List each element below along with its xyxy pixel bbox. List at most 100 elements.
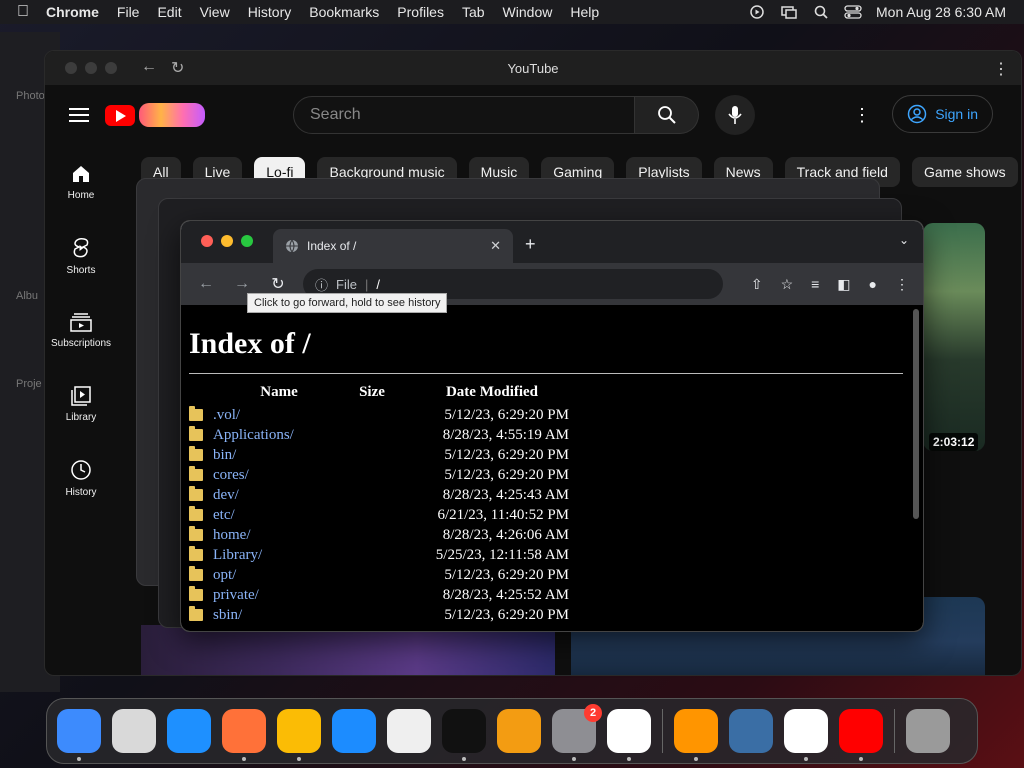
menu-profiles[interactable]: Profiles: [397, 4, 444, 20]
file-date: 8/28/23, 4:25:52 AM: [442, 586, 569, 603]
chip-game-shows[interactable]: Game shows: [911, 157, 1018, 187]
sidebar-item-shorts[interactable]: Shorts: [45, 219, 117, 293]
garageband-icon[interactable]: [497, 709, 541, 753]
new-tab-icon[interactable]: +: [525, 234, 536, 255]
home-icon: [73, 165, 89, 182]
spotlight-icon[interactable]: [812, 5, 830, 19]
menu-window[interactable]: Window: [503, 4, 553, 20]
sidebar-item-history[interactable]: History: [45, 441, 117, 515]
settings-icon[interactable]: 2: [552, 704, 602, 761]
file-link[interactable]: bin/: [213, 447, 236, 463]
youtube-logo[interactable]: [105, 103, 205, 127]
control-center-icon[interactable]: [844, 5, 862, 19]
file-link[interactable]: etc/: [213, 507, 235, 523]
search-input[interactable]: [293, 96, 635, 134]
screen-mirroring-icon[interactable]: [780, 5, 798, 19]
apple-icon[interactable]: : [0, 3, 46, 21]
folder-icon-cell: [189, 545, 209, 565]
tab-index-of[interactable]: Index of / ✕: [273, 229, 513, 263]
zoom-button[interactable]: [105, 62, 117, 74]
share-icon[interactable]: ⇧: [751, 276, 763, 293]
photos-icon[interactable]: [784, 709, 828, 761]
reload-icon[interactable]: ↻: [171, 58, 184, 78]
sidebar-item-library[interactable]: Library: [45, 367, 117, 441]
side-panel-icon[interactable]: ◧: [837, 276, 850, 293]
dock: 2: [46, 698, 978, 764]
close-button[interactable]: [65, 62, 77, 74]
close-button[interactable]: [201, 235, 213, 247]
bookmark-star-icon[interactable]: ☆: [781, 276, 794, 293]
virtualbox-icon[interactable]: [729, 709, 773, 753]
file-link[interactable]: Applications/: [213, 427, 294, 443]
window-title: YouTube: [507, 60, 559, 76]
close-tab-icon[interactable]: ✕: [490, 238, 501, 254]
file-link[interactable]: .vol/: [213, 407, 240, 423]
column-header-date[interactable]: Date Modified: [395, 384, 589, 405]
file-size: [349, 605, 395, 625]
menu-file[interactable]: File: [117, 4, 140, 20]
minimize-button[interactable]: [85, 62, 97, 74]
menu-clock[interactable]: Mon Aug 28 6:30 AM: [876, 4, 1006, 20]
file-link[interactable]: dev/: [213, 487, 239, 503]
video-thumbnail[interactable]: [923, 223, 985, 451]
youtube-icon[interactable]: [839, 709, 883, 761]
reload-icon[interactable]: ↻: [267, 274, 289, 294]
zoom-button[interactable]: [241, 235, 253, 247]
column-header-name[interactable]: Name: [209, 384, 349, 405]
video-thumbnail[interactable]: [141, 625, 555, 675]
menu-icon[interactable]: [69, 108, 89, 122]
sign-in-button[interactable]: Sign in: [892, 95, 993, 133]
menu-tab[interactable]: Tab: [462, 4, 485, 20]
scrollbar[interactable]: [913, 309, 919, 519]
minimize-button[interactable]: [221, 235, 233, 247]
menu-edit[interactable]: Edit: [157, 4, 181, 20]
chrome-menu-icon[interactable]: ⋮: [895, 276, 909, 293]
profile-icon[interactable]: ●: [869, 276, 877, 292]
app-store-icon[interactable]: [332, 709, 376, 753]
table-row: opt/5/12/23, 6:29:20 PM: [189, 565, 589, 585]
file-link[interactable]: Library/: [213, 547, 262, 563]
reading-list-icon[interactable]: ≡: [811, 276, 819, 292]
settings-more-icon[interactable]: ⋮: [853, 105, 871, 126]
file-link[interactable]: home/: [213, 527, 251, 543]
more-vert-icon[interactable]: ⋮: [993, 59, 1009, 79]
search-button[interactable]: [635, 96, 699, 134]
back-icon[interactable]: ←: [141, 58, 157, 78]
file-link[interactable]: opt/: [213, 567, 236, 583]
file-link[interactable]: private/: [213, 587, 259, 603]
menu-help[interactable]: Help: [570, 4, 599, 20]
forward-icon[interactable]: →: [231, 275, 253, 293]
launchpad-icon[interactable]: [112, 709, 156, 753]
chrome-icon[interactable]: [277, 709, 321, 761]
play-circle-icon[interactable]: [748, 5, 766, 19]
back-icon[interactable]: ←: [195, 275, 217, 293]
sidebar-label-home: Home: [67, 189, 95, 201]
folder-icon: [189, 565, 203, 581]
menu-history[interactable]: History: [248, 4, 292, 20]
chrome-window: Index of / ✕ + ⌄ ← → ↻ ⓘ File | / ⇧ ☆ ≡ …: [180, 220, 924, 632]
sidebar-item-subscriptions[interactable]: Subscriptions: [45, 293, 117, 367]
menu-app-name[interactable]: Chrome: [46, 4, 99, 20]
terminal-icon[interactable]: [442, 709, 486, 761]
tab-search-chevron-icon[interactable]: ⌄: [899, 233, 909, 247]
info-icon[interactable]: ⓘ: [315, 275, 328, 294]
omnibox-separator: |: [364, 276, 369, 292]
file-link[interactable]: cores/: [213, 467, 249, 483]
finder-icon[interactable]: [57, 709, 101, 761]
library-icon: [71, 385, 91, 406]
file-link[interactable]: sbin/: [213, 607, 242, 623]
vscode-icon[interactable]: [607, 709, 651, 761]
firefox-icon[interactable]: [222, 709, 266, 761]
search-box: [293, 96, 699, 134]
menu-bookmarks[interactable]: Bookmarks: [309, 4, 379, 20]
column-header-size[interactable]: Size: [349, 384, 395, 405]
textedit-icon[interactable]: [387, 709, 431, 753]
trash-icon[interactable]: [906, 709, 950, 753]
file-date: 8/28/23, 4:55:19 AM: [442, 426, 569, 443]
voice-search-button[interactable]: [715, 95, 755, 135]
menu-view[interactable]: View: [200, 4, 230, 20]
books-icon[interactable]: [674, 709, 718, 761]
sidebar-item-home[interactable]: Home: [45, 145, 117, 219]
folder-icon: [189, 585, 203, 601]
safari-icon[interactable]: [167, 709, 211, 753]
